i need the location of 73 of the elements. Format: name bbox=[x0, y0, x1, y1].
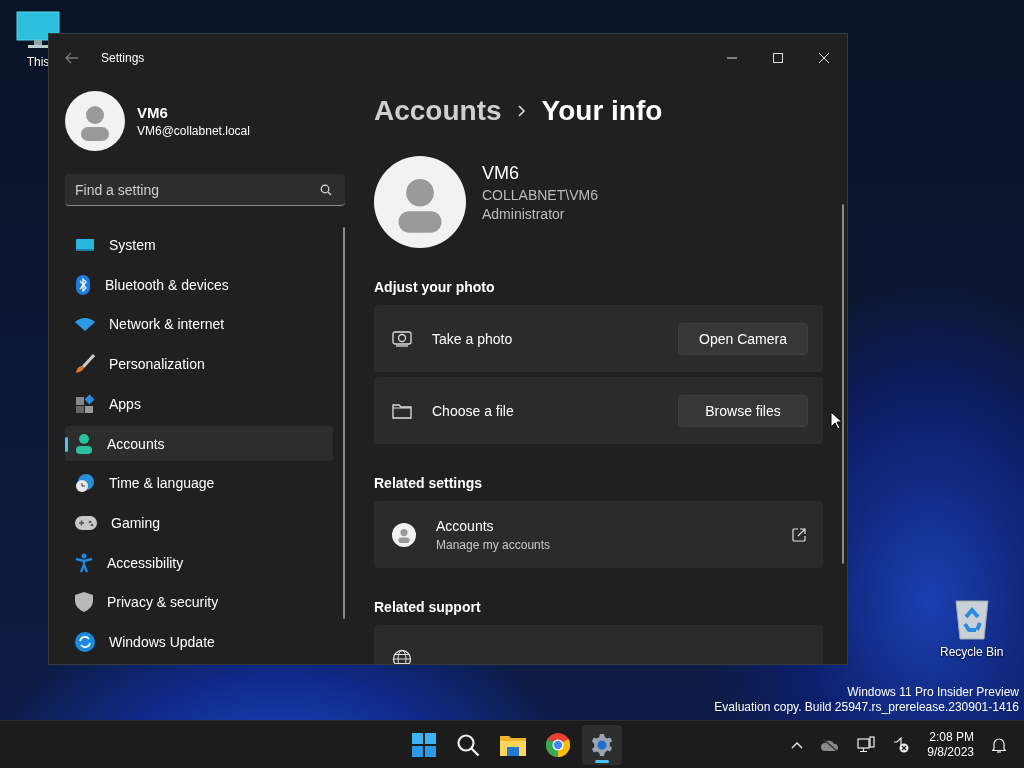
globe-icon bbox=[392, 648, 412, 664]
close-icon[interactable] bbox=[819, 53, 829, 63]
edition-text: Evaluation copy. Build 25947.rs_prerelease.230901-1416 bbox=[714, 700, 1019, 715]
window-title: Settings bbox=[101, 51, 145, 65]
card-button[interactable]: Open Camera bbox=[678, 322, 808, 355]
account-name: COLLABNET\VM6 bbox=[482, 186, 598, 203]
nav-item[interactable]: System bbox=[65, 227, 333, 263]
chevron-up-icon[interactable] bbox=[791, 740, 804, 749]
user-email: VM6@collabnet.local bbox=[137, 124, 250, 138]
wifi-icon bbox=[75, 317, 95, 332]
back-arrow-icon[interactable] bbox=[65, 52, 79, 64]
link-card[interactable]: Accounts Manage my accounts bbox=[374, 501, 823, 568]
nav-item[interactable]: Windows Update bbox=[65, 624, 333, 661]
clock-date[interactable]: 9/8/2023 bbox=[927, 744, 974, 760]
monitor-icon[interactable] bbox=[16, 11, 60, 51]
card-label: Take a photo bbox=[432, 330, 513, 347]
section-heading: Related settings bbox=[374, 475, 484, 491]
external-link-icon bbox=[792, 527, 806, 542]
speaker-muted-icon[interactable] bbox=[893, 736, 910, 753]
card-label: Accounts bbox=[436, 517, 495, 534]
windows-logo-icon[interactable] bbox=[412, 732, 436, 757]
accessibility-icon bbox=[75, 552, 93, 573]
card-description: Manage my accounts bbox=[436, 537, 551, 552]
paintbrush-icon bbox=[75, 354, 95, 375]
account-role: Administrator bbox=[482, 205, 566, 222]
section-heading: Related support bbox=[374, 599, 482, 615]
edition-text: Windows 11 Pro Insider Preview bbox=[847, 685, 1019, 700]
page-title: Your info bbox=[541, 95, 663, 127]
folder-icon bbox=[392, 402, 412, 419]
nav-item[interactable]: Privacy & security bbox=[65, 584, 333, 621]
globe-clock-icon bbox=[75, 473, 95, 494]
folder-icon[interactable] bbox=[500, 733, 526, 756]
maximize-icon[interactable] bbox=[773, 53, 783, 63]
person-icon bbox=[75, 433, 93, 454]
refresh-icon bbox=[75, 632, 95, 653]
monitor-icon bbox=[75, 236, 95, 253]
bell-icon[interactable] bbox=[992, 736, 1006, 753]
clock-time[interactable]: 2:08 PM bbox=[929, 729, 974, 745]
camera-icon bbox=[392, 329, 412, 348]
profile-name: VM6 bbox=[482, 162, 520, 184]
search-field[interactable]: Find a setting bbox=[65, 174, 345, 206]
nav-item[interactable]: Network & internet bbox=[65, 306, 333, 343]
chevron-icon bbox=[517, 105, 526, 117]
nav-item[interactable]: Personalization bbox=[65, 346, 333, 382]
nav-item[interactable]: Accounts bbox=[65, 425, 333, 462]
avatar-icon bbox=[65, 91, 125, 151]
nav-item[interactable]: Time & language bbox=[65, 465, 333, 502]
breadcrumb-link[interactable]: Accounts bbox=[374, 95, 502, 127]
section-heading: Adjust your photo bbox=[374, 279, 496, 295]
card-button[interactable]: Browse files bbox=[678, 394, 808, 427]
search-icon[interactable] bbox=[456, 732, 480, 757]
desktop-icon-label[interactable]: Recycle Bin bbox=[940, 645, 1004, 659]
user-name: VM6 bbox=[137, 104, 169, 121]
nav-item[interactable]: Gaming bbox=[65, 505, 333, 541]
browser-icon[interactable] bbox=[546, 732, 570, 757]
apps-icon bbox=[75, 393, 95, 414]
mouse-cursor-icon bbox=[830, 411, 842, 430]
bluetooth-icon bbox=[75, 274, 91, 295]
recycle-bin-icon[interactable] bbox=[952, 597, 991, 641]
cloud-off-icon[interactable] bbox=[821, 738, 840, 751]
search-icon bbox=[320, 184, 332, 196]
avatar-icon bbox=[392, 522, 416, 547]
nav-item[interactable]: Apps bbox=[65, 385, 333, 422]
nav-item[interactable]: Accessibility bbox=[65, 544, 333, 581]
network-icon[interactable] bbox=[857, 735, 876, 754]
nav-item[interactable]: Bluetooth & devices bbox=[65, 266, 333, 303]
taskbar-app-highlight[interactable] bbox=[582, 724, 622, 765]
shield-icon bbox=[75, 592, 93, 613]
gear-icon bbox=[590, 732, 614, 757]
gamepad-icon bbox=[75, 516, 97, 530]
avatar-icon bbox=[374, 156, 466, 248]
desktop-icon-label[interactable]: This bbox=[26, 55, 50, 69]
card-label: Choose a file bbox=[432, 402, 514, 419]
